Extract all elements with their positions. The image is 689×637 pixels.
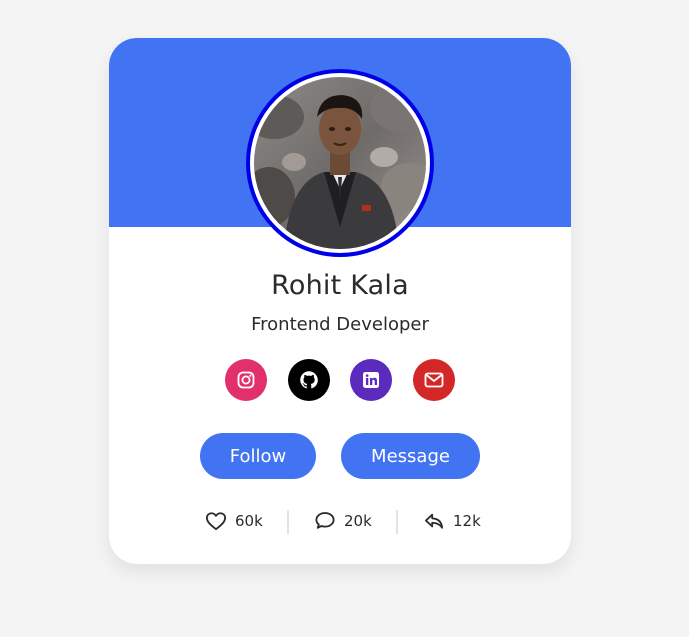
likes-stat[interactable]: 60k [205, 507, 263, 535]
stats-divider [287, 510, 289, 534]
reply-icon [425, 513, 443, 529]
profile-role: Frontend Developer [251, 314, 429, 335]
comments-stat[interactable]: 20k [314, 507, 372, 535]
avatar [246, 69, 434, 257]
github-link[interactable] [288, 359, 330, 401]
stats-bar: 60k 20k 12k [109, 507, 571, 535]
instagram-icon [237, 371, 255, 389]
avatar-photo [254, 77, 426, 249]
comment-icon [315, 512, 335, 529]
linkedin-icon [363, 372, 379, 388]
linkedin-link[interactable] [350, 359, 392, 401]
shares-stat[interactable]: 12k [423, 507, 481, 535]
github-icon [300, 371, 318, 389]
mail-link[interactable] [413, 359, 455, 401]
message-button[interactable]: Message [341, 433, 480, 479]
likes-count: 60k [235, 512, 263, 530]
profile-card: Rohit Kala Frontend Developer Follow Mes… [109, 38, 571, 564]
follow-button[interactable]: Follow [200, 433, 316, 479]
comments-count: 20k [344, 512, 372, 530]
profile-name: Rohit Kala [271, 270, 409, 301]
instagram-link[interactable] [225, 359, 267, 401]
heart-icon [206, 512, 226, 531]
mail-icon [424, 372, 444, 388]
social-links [225, 359, 455, 401]
stats-divider [396, 510, 398, 534]
shares-count: 12k [453, 512, 481, 530]
